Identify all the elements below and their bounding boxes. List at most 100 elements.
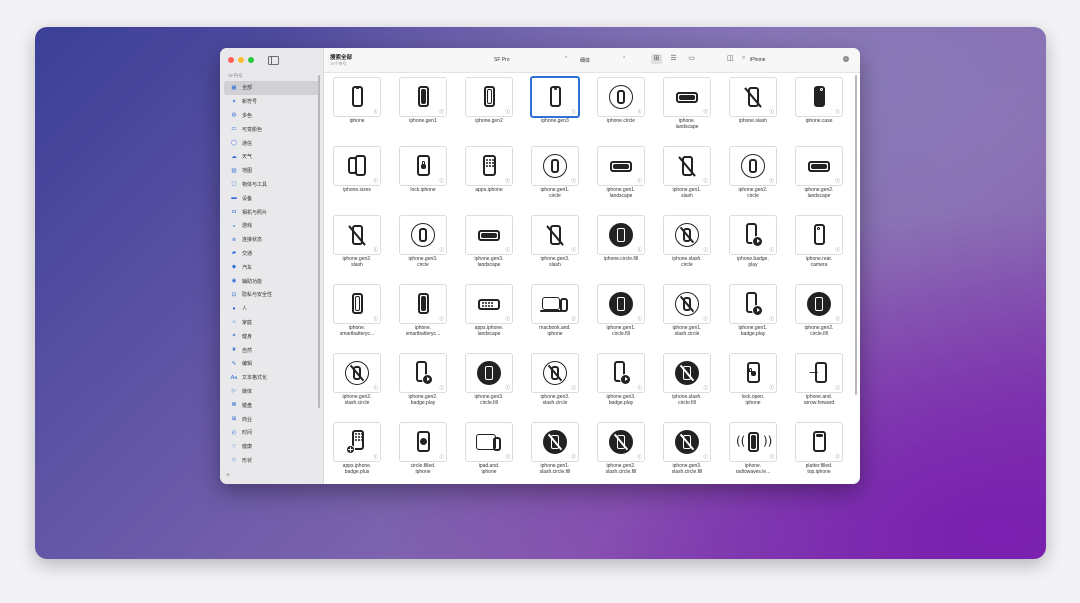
symbol-tile[interactable]: ⓘ (795, 146, 843, 186)
list-view-icon[interactable]: ☰ (668, 54, 679, 64)
info-icon[interactable]: ⓘ (836, 247, 841, 253)
info-icon[interactable]: ⓘ (572, 247, 577, 253)
symbol-tile[interactable]: ⓘ (597, 284, 645, 324)
info-icon[interactable]: ⓘ (440, 178, 445, 184)
symbol-cell[interactable]: → ⓘ iphone.and. arrow.forward (786, 349, 852, 418)
symbol-cell[interactable]: ⓘ iphone.gen3. slash.circle (522, 349, 588, 418)
info-icon[interactable]: ⓘ (770, 454, 775, 460)
info-icon[interactable]: ⓘ (770, 178, 775, 184)
font-popup-button[interactable]: SF Pro (494, 57, 510, 63)
info-icon[interactable]: ⓘ (506, 247, 511, 253)
symbol-cell[interactable]: ⓘ platter.filled. top.iphone (786, 418, 852, 484)
symbol-cell[interactable]: (( )) ⓘ iphone. radiowaves.le... (720, 418, 786, 484)
sidebar-item[interactable]: ◇ 形状 (224, 454, 319, 468)
symbol-tile[interactable]: ⓘ (597, 77, 645, 117)
sidebar-item[interactable]: ♡ 健康 (224, 440, 319, 454)
symbol-tile[interactable]: ⓘ (663, 284, 711, 324)
symbol-cell[interactable]: ⓘ iphone.slash (720, 73, 786, 142)
symbol-cell[interactable]: ⓘ iphone.sizes (324, 142, 390, 211)
symbol-tile[interactable]: ⓘ (399, 215, 447, 255)
info-icon[interactable]: ⓘ (770, 109, 775, 115)
sidebar-item[interactable]: ⊞ 商业 (224, 412, 319, 426)
info-icon[interactable]: ⓘ (836, 178, 841, 184)
symbol-tile[interactable]: ⓘ (465, 77, 513, 117)
symbol-tile[interactable]: ⓘ (530, 76, 580, 118)
search-field[interactable]: ⌕ × (739, 54, 857, 65)
symbol-tile[interactable]: ⓘ (663, 77, 711, 117)
info-icon[interactable]: ⓘ (704, 109, 709, 115)
sidebar-item[interactable]: ◆ 汽车 (224, 260, 319, 274)
info-icon[interactable]: ⓘ (374, 385, 379, 391)
sidebar-item[interactable]: ▰ 交通 (224, 247, 319, 261)
sidebar-item[interactable]: ● 人 (224, 302, 319, 316)
symbol-cell[interactable]: ⓘ iphone. smartbatteryc... (390, 280, 456, 349)
symbol-tile[interactable]: ⓘ (531, 146, 579, 186)
symbol-tile[interactable]: ⓘ (333, 77, 381, 117)
symbol-cell[interactable]: ⓘ iphone.gen2. slash.circle.fill (588, 418, 654, 484)
clear-search-icon[interactable]: × (843, 56, 849, 62)
info-icon[interactable]: ⓘ (704, 247, 709, 253)
sidebar-item[interactable]: Aa 文本格式化 (224, 371, 319, 385)
info-icon[interactable]: ⓘ (506, 454, 511, 460)
symbol-tile[interactable]: ⓘ (399, 422, 447, 462)
info-icon[interactable]: ⓘ (836, 316, 841, 322)
symbol-cell[interactable]: ⓘ iphone.circle (588, 73, 654, 142)
sidebar-item[interactable]: ✦ 新符号 (224, 95, 319, 109)
sidebar-toggle-icon[interactable] (268, 56, 279, 65)
info-icon[interactable]: ⓘ (638, 316, 643, 322)
symbol-cell[interactable]: ⓘ circle.filled. iphone (390, 418, 456, 484)
info-icon[interactable]: ⓘ (836, 385, 841, 391)
info-icon[interactable]: ⓘ (506, 385, 511, 391)
symbol-cell[interactable]: ⓘ iphone.gen2. circle.fill (786, 280, 852, 349)
info-icon[interactable]: ⓘ (506, 316, 511, 322)
symbol-cell[interactable]: ⓘ iphone.gen3. circle.fill (456, 349, 522, 418)
symbol-tile[interactable]: ⓘ (333, 146, 381, 186)
info-icon[interactable]: ⓘ (836, 109, 841, 115)
symbol-cell[interactable]: ⓘ iphone.gen3. slash.circle.fill (654, 418, 720, 484)
sidebar-item[interactable]: ▷ 媒体 (224, 385, 319, 399)
info-icon[interactable]: ⓘ (572, 178, 577, 184)
sidebar-scrollbar[interactable] (318, 75, 320, 408)
symbol-cell[interactable]: ⓘ iphone.gen3 (522, 73, 588, 142)
sidebar-item[interactable]: ◒ 游戏 (224, 219, 319, 233)
info-icon[interactable]: ⓘ (374, 316, 379, 322)
info-icon[interactable]: ⓘ (770, 385, 775, 391)
info-icon[interactable]: ⓘ (704, 316, 709, 322)
symbol-cell[interactable]: ⓘ lock.iphone (390, 142, 456, 211)
info-icon[interactable]: ⓘ (638, 385, 643, 391)
symbol-tile[interactable]: ⓘ (795, 422, 843, 462)
symbol-cell[interactable]: ⓘ iphone.gen1. circle.fill (588, 280, 654, 349)
sidebar-item[interactable]: ⊡ 隐私与安全性 (224, 288, 319, 302)
symbol-cell[interactable]: ⓘ iphone.gen1. landscape (588, 142, 654, 211)
symbol-tile[interactable]: ⓘ (663, 215, 711, 255)
symbol-tile[interactable]: ⓘ (531, 353, 579, 393)
search-input[interactable] (750, 55, 840, 64)
symbol-tile[interactable]: ⓘ (531, 422, 579, 462)
info-icon[interactable]: ⓘ (506, 178, 511, 184)
symbol-cell[interactable]: ⓘ iphone.badge. play (720, 211, 786, 280)
grid-view-icon[interactable]: ⊞ (651, 54, 662, 64)
sidebar-item[interactable]: ▢ 物体与工具 (224, 178, 319, 192)
info-icon[interactable]: ⓘ (440, 385, 445, 391)
symbol-tile[interactable]: ⓘ (465, 422, 513, 462)
info-icon[interactable]: ⓘ (572, 109, 577, 115)
symbol-cell[interactable]: ⓘ iphone.slash. circle (654, 211, 720, 280)
sidebar-item[interactable]: ◴ 时间 (224, 426, 319, 440)
info-icon[interactable]: ⓘ (572, 385, 577, 391)
symbol-tile[interactable]: → ⓘ (795, 353, 843, 393)
sidebar-item[interactable]: ◘ 相机与照片 (224, 205, 319, 219)
symbol-cell[interactable]: ⓘ iphone.slash. circle.fill (654, 349, 720, 418)
symbol-tile[interactable]: ⓘ (729, 215, 777, 255)
sidebar-item[interactable]: ◍ 多色 (224, 109, 319, 123)
minimize-button[interactable] (238, 57, 244, 63)
symbol-tile[interactable]: ⓘ (597, 353, 645, 393)
symbol-cell[interactable]: ⓘ ipad.and. iphone (456, 418, 522, 484)
symbol-tile[interactable]: ⓘ (465, 215, 513, 255)
sidebar-item[interactable]: ☁ 天气 (224, 150, 319, 164)
symbol-tile[interactable]: ⓘ (399, 77, 447, 117)
symbol-cell[interactable]: ⓘ iphone.gen2. slash.circle (324, 349, 390, 418)
symbol-cell[interactable]: ⓘ iphone.gen1. slash (654, 142, 720, 211)
symbol-cell[interactable]: ⓘ iphone.gen1 (390, 73, 456, 142)
symbol-cell[interactable]: ⓘ iphone.gen1. circle (522, 142, 588, 211)
symbol-tile[interactable]: ⓘ (663, 353, 711, 393)
